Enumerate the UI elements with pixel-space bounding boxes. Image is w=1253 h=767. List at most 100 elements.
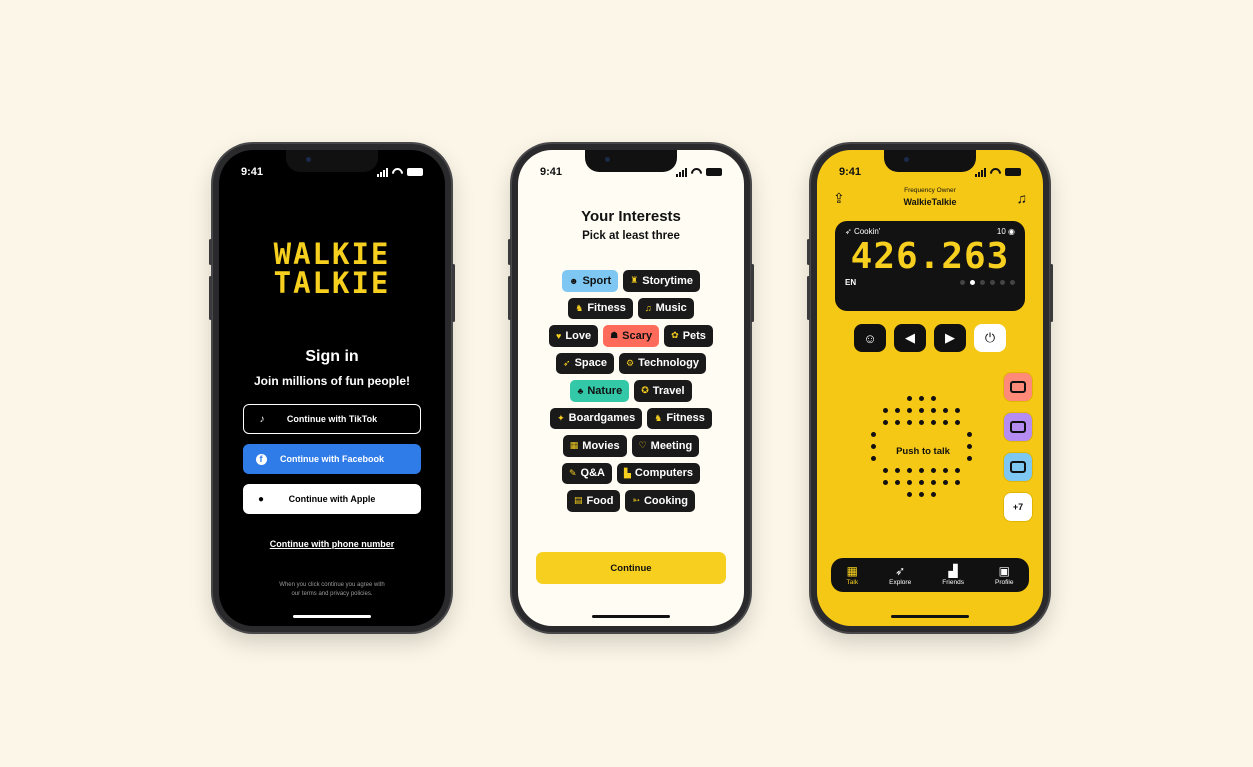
frequency-owner-label: Frequency Owner [904, 187, 956, 194]
chip-row: ✦ Boardgames ♞ Fitness [528, 407, 734, 429]
interest-chip[interactable]: ♜ Storytime [623, 270, 701, 292]
home-indicator[interactable] [293, 615, 371, 618]
power-button[interactable]: ⏻ [974, 324, 1006, 352]
battery-icon [1005, 168, 1021, 176]
interest-chip[interactable]: ✿ Pets [664, 325, 713, 347]
interest-chip[interactable]: ▦ Movies [562, 435, 627, 457]
emoji-button[interactable]: ☺ [854, 324, 886, 352]
frequency-display: 426.263 [850, 236, 1010, 277]
avatar[interactable] [1003, 452, 1033, 482]
radio-controls: ☺ ◀ ▶ ⏻ [817, 324, 1043, 352]
speaker-dot [943, 408, 948, 413]
friends-icon: ▟ [948, 563, 958, 578]
wifi-icon [990, 168, 1001, 176]
tab-label: Talk [846, 578, 859, 586]
more-avatars-button[interactable]: +7 [1003, 492, 1033, 522]
interest-chip[interactable]: ♡ Meeting [631, 435, 700, 457]
interest-label: Sport [582, 274, 612, 287]
interest-chip[interactable]: ♫ Music [637, 297, 694, 319]
speaker-dot [895, 408, 900, 413]
chip-row: ♣ Nature ✪ Travel [528, 380, 734, 402]
status-bar: 9:41 [518, 164, 744, 180]
home-indicator[interactable] [891, 615, 969, 618]
interest-label: Travel [652, 384, 685, 397]
chip-row: ♥ Love ☗ Scary ✿ Pets [528, 325, 734, 347]
page-subtitle: Pick at least three [582, 230, 680, 242]
tab-profile[interactable]: ▣ Profile [995, 565, 1013, 586]
speaker-dot [931, 468, 936, 473]
speaker-dot [871, 432, 876, 437]
avatar[interactable] [1003, 372, 1033, 402]
interest-chip[interactable]: ♣ Nature [570, 380, 630, 402]
tab-friends[interactable]: ▟ Friends [942, 565, 964, 586]
interest-chip[interactable]: ✦ Boardgames [550, 407, 643, 429]
home-indicator[interactable] [592, 615, 670, 618]
interest-label: Space [574, 357, 607, 370]
interest-icon: ▤ [574, 495, 583, 506]
continue-with-tiktok-button[interactable]: ♪ Continue with TikTok [243, 404, 421, 434]
interest-chip[interactable]: ☻ Sport [561, 270, 619, 292]
previous-button[interactable]: ◀ [894, 324, 926, 352]
interest-icon: ➳ [632, 495, 640, 506]
speaker-dot [955, 480, 960, 485]
avatar[interactable] [1003, 412, 1033, 442]
interest-chip[interactable]: ➶ Space [556, 352, 614, 374]
interest-chip[interactable]: ✪ Travel [634, 380, 692, 402]
speaker-dot [943, 468, 948, 473]
interest-chip[interactable]: ▤ Food [567, 490, 621, 512]
channel-name: ➶ Cookin' [845, 227, 881, 236]
interest-icon: ✦ [557, 412, 565, 423]
terms-line-1: When you click continue you agree with [279, 582, 385, 588]
interest-label: Scary [622, 329, 653, 342]
interest-chip[interactable]: ➳ Cooking [625, 490, 695, 512]
interest-icon: ▙ [624, 467, 631, 478]
chip-row: ➶ Space ⚙ Technology [528, 352, 734, 374]
interest-chip[interactable]: ♞ Fitness [568, 297, 633, 319]
continue-with-phone-link[interactable]: Continue with phone number [219, 539, 445, 549]
speaker-dot [943, 480, 948, 485]
speaker-dot [931, 420, 936, 425]
tab-explore[interactable]: ➶ Explore [889, 565, 911, 586]
speaker-dot [907, 480, 912, 485]
speaker-dot [967, 432, 972, 437]
next-button[interactable]: ▶ [934, 324, 966, 352]
speaker-dot [895, 480, 900, 485]
status-bar: 9:41 [219, 164, 445, 180]
interest-icon: ⚙ [625, 357, 635, 368]
signin-screen: 9:41 WALKIE TALKIE Sign in Join millions… [219, 150, 445, 626]
interest-icon: ♜ [630, 275, 639, 286]
tiktok-icon: ♪ [259, 413, 265, 425]
speaker-dot [895, 468, 900, 473]
continue-button[interactable]: Continue [536, 552, 726, 584]
interest-label: Cooking [643, 494, 688, 507]
interest-label: Boardgames [568, 412, 636, 425]
reaction-dots [960, 280, 1015, 285]
apple-label: Continue with Apple [288, 494, 376, 504]
interest-chip[interactable]: ✎ Q&A [562, 462, 612, 484]
speaker-dot [919, 492, 924, 497]
continue-with-apple-button[interactable]: ● Continue with Apple [243, 484, 421, 514]
wifi-icon [392, 168, 403, 176]
interest-icon: ▦ [569, 440, 579, 451]
interest-chip[interactable]: ⚙ Technology [618, 352, 706, 374]
phone-interests: 9:41 Your Interests Pick at least three … [508, 144, 754, 632]
bell-icon[interactable]: ♫ [1017, 190, 1028, 206]
interest-chips: ☻ Sport ♜ Storytime ♞ Fitness ♫ Music ♥ Love ☗ Scar… [528, 270, 734, 518]
interest-chip[interactable]: ♥ Love [549, 325, 599, 347]
chip-row: ♞ Fitness ♫ Music [528, 297, 734, 319]
interest-chip[interactable]: ♞ Fitness [647, 407, 712, 429]
speaker-dot [955, 420, 960, 425]
speaker-dot [883, 408, 888, 413]
continue-with-facebook-button[interactable]: f Continue with Facebook [243, 444, 421, 474]
interest-chip[interactable]: ☗ Scary [603, 325, 660, 347]
interest-icon: ✪ [641, 385, 649, 396]
chip-row: ✎ Q&A ▙ Computers [528, 462, 734, 484]
walkie-avatar-icon [1010, 381, 1026, 393]
tab-talk[interactable]: ▦ Talk [847, 565, 859, 586]
interest-icon: ☻ [568, 275, 579, 286]
interest-label: Movies [582, 439, 620, 452]
speaker-dot [919, 408, 924, 413]
speaker-dot [907, 396, 912, 401]
chip-row: ☻ Sport ♜ Storytime [528, 270, 734, 292]
interest-chip[interactable]: ▙ Computers [617, 462, 700, 484]
